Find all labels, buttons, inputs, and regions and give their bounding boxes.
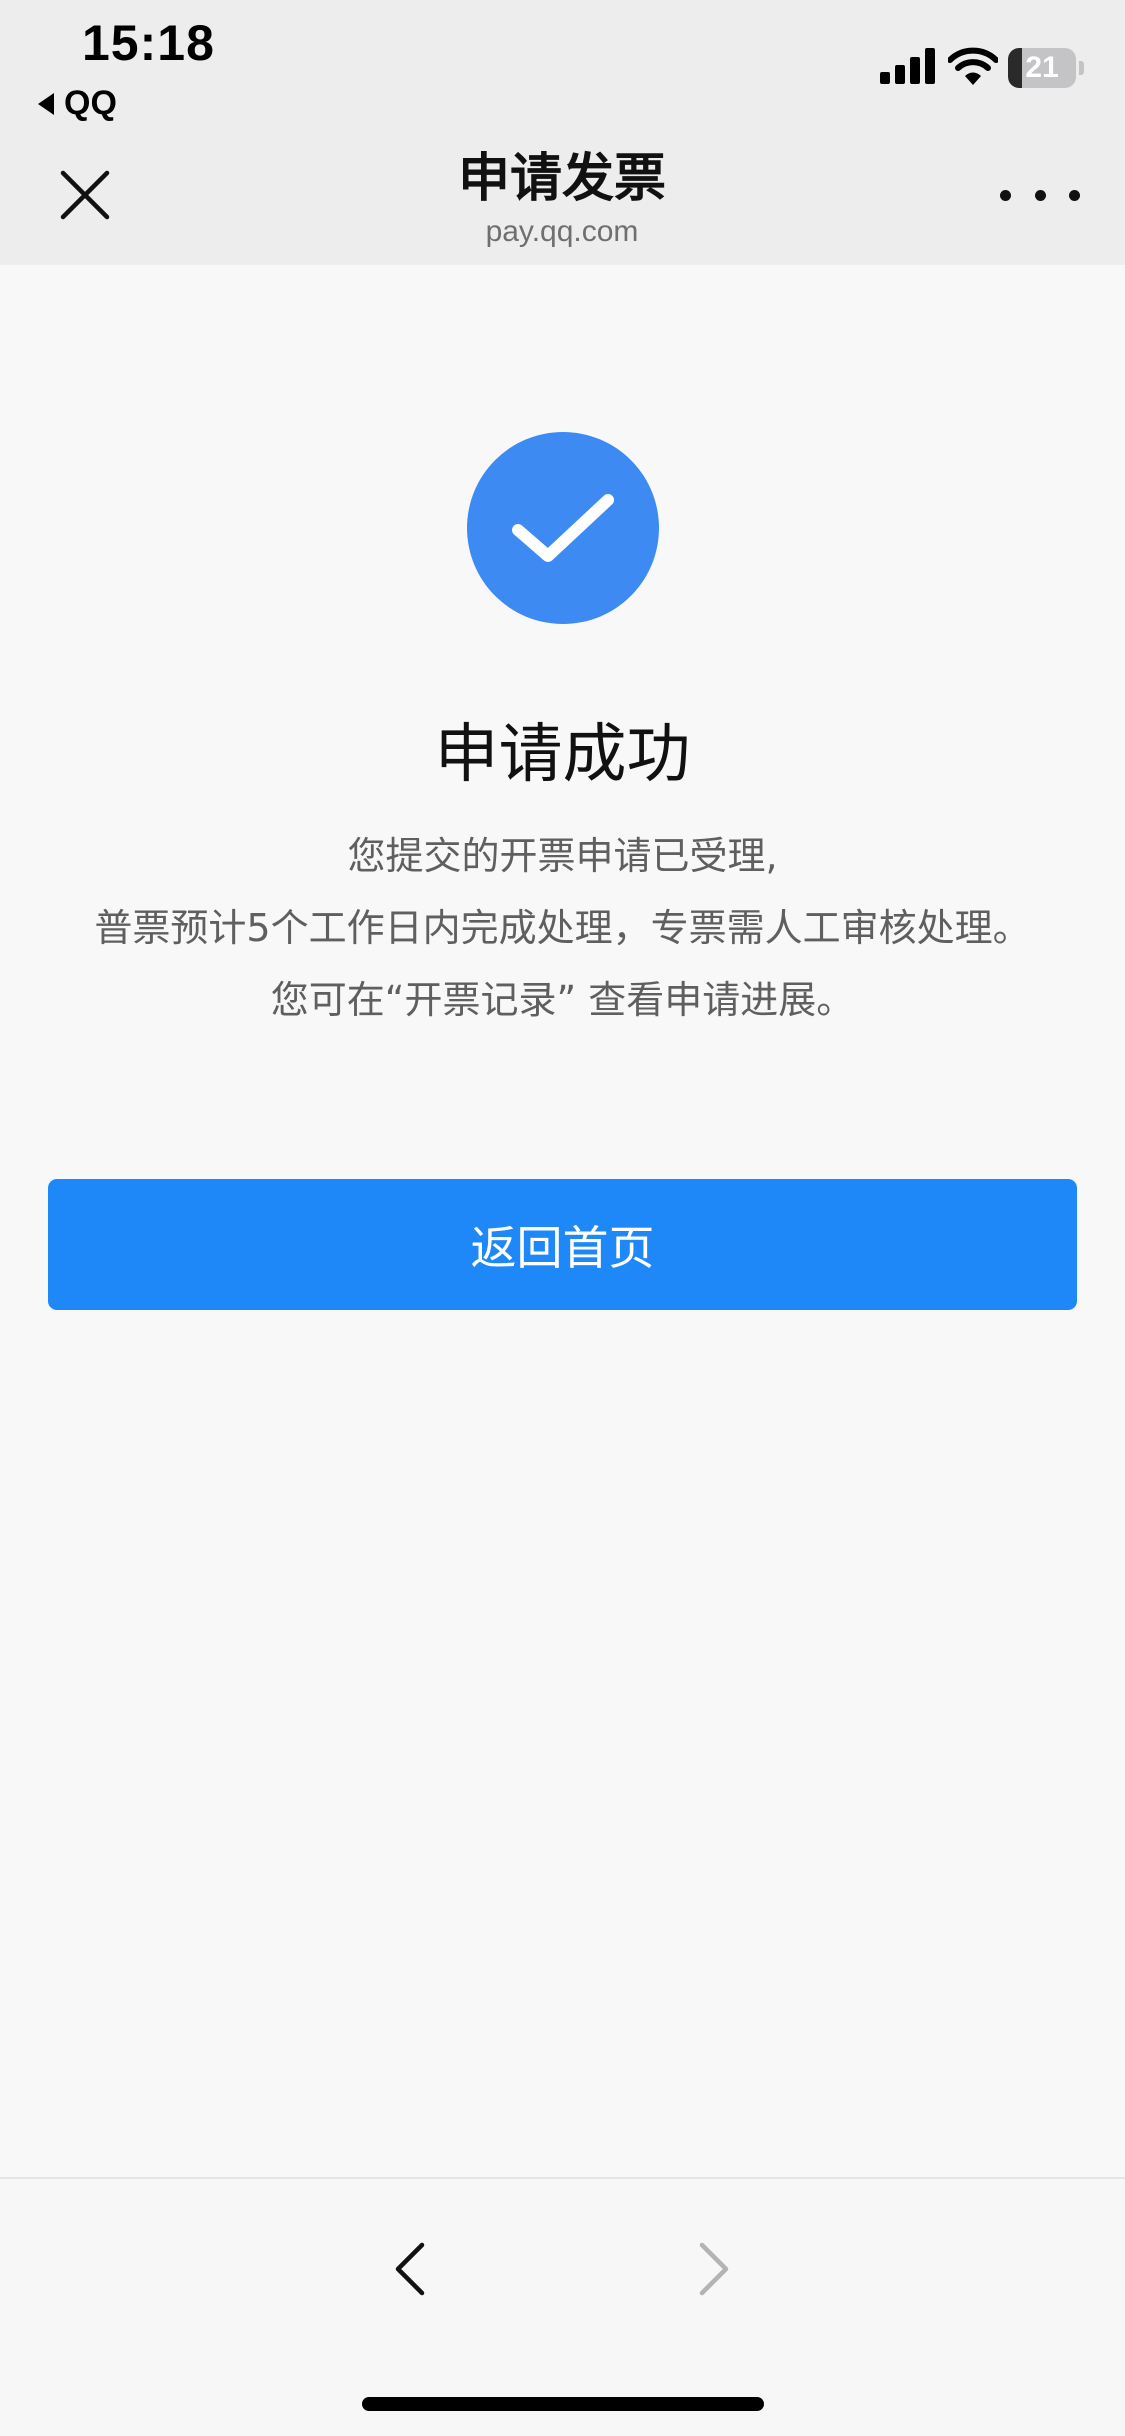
bottom-nav-bar: [0, 2177, 1125, 2436]
home-indicator: [362, 2397, 764, 2411]
signal-icon: [880, 48, 935, 84]
battery-level: 21: [1025, 51, 1059, 84]
status-bar: 15:18 QQ 21: [0, 0, 1125, 125]
battery-cap: [1079, 61, 1084, 75]
back-triangle-icon: [38, 92, 54, 115]
page-title: 申请发票: [457, 149, 666, 209]
battery-icon: 21: [1008, 48, 1084, 88]
more-icon-dot: [1069, 189, 1080, 201]
result-title: 申请成功: [434, 718, 691, 792]
nav-back-button[interactable]: [380, 2224, 440, 2314]
nav-forward-button[interactable]: [684, 2224, 744, 2314]
more-button[interactable]: [1000, 170, 1080, 220]
chevron-left-icon: [395, 2242, 425, 2296]
result-desc-line: 您可在“开票记录” 查看申请进展。: [270, 978, 855, 1022]
checkmark-icon: [512, 494, 614, 562]
close-button[interactable]: [50, 160, 120, 230]
result-desc-line: 普票预计5个工作日内完成处理，专票需人工审核处理。: [94, 906, 1031, 950]
chevron-right-icon: [699, 2242, 729, 2296]
more-icon-dot: [1034, 189, 1046, 201]
screen: 15:18 QQ 21 申请发票 pay.qq.com 申请成功 您提交的开票申…: [0, 0, 1125, 2436]
wifi-icon: [948, 47, 998, 85]
status-time: 15:18: [82, 15, 215, 71]
success-icon: [467, 432, 659, 624]
page-domain: pay.qq.com: [485, 215, 639, 248]
nav-title-group: 申请发票 pay.qq.com: [262, 147, 862, 251]
back-app-label: QQ: [64, 84, 117, 122]
nav-header: 申请发票 pay.qq.com: [0, 125, 1125, 265]
return-home-button[interactable]: 返回首页: [48, 1179, 1077, 1310]
result-desc-line: 您提交的开票申请已受理,: [347, 834, 778, 878]
back-to-app-link[interactable]: QQ: [38, 84, 117, 123]
more-icon-dot: [1000, 189, 1011, 201]
close-icon: [60, 170, 110, 220]
result-description: 您提交的开票申请已受理, 普票预计5个工作日内完成处理，专票需人工审核处理。 您…: [0, 820, 1125, 1036]
